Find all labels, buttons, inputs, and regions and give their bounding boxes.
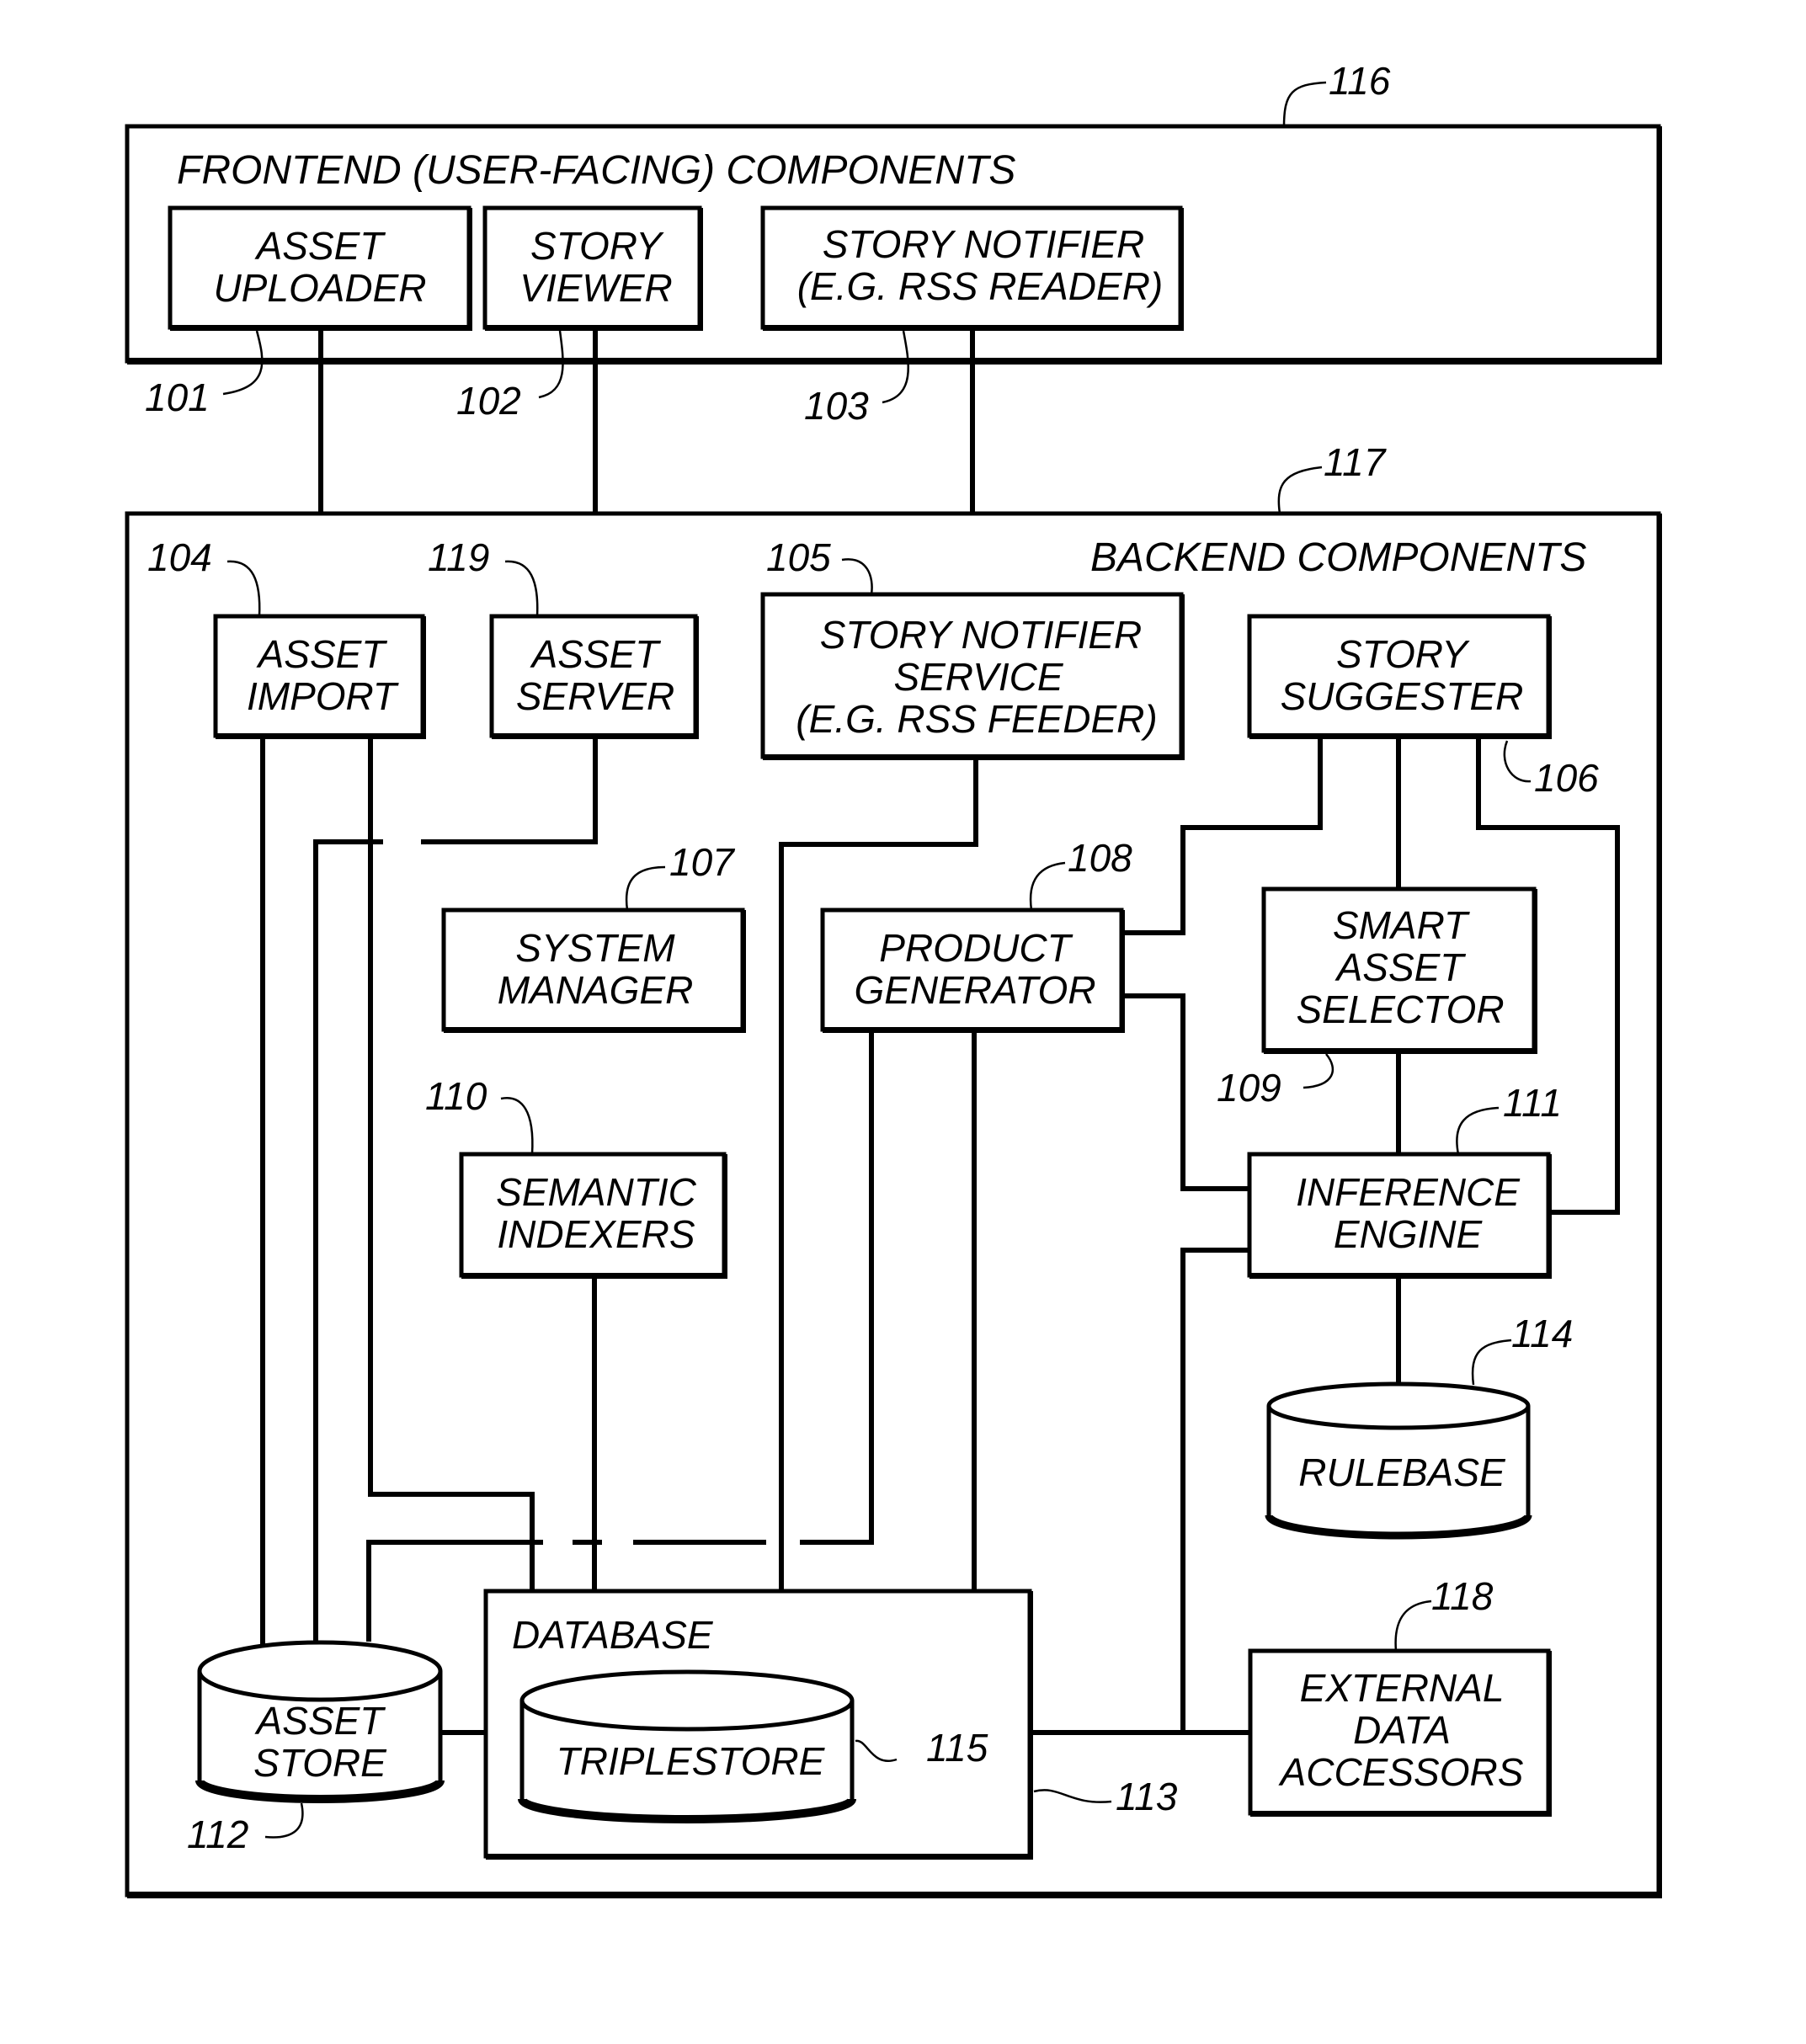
product-generator-box[interactable]: PRODUCT GENERATOR bbox=[820, 908, 1125, 1033]
ref-112: 112 bbox=[187, 1812, 248, 1856]
svg-text:ENGINE: ENGINE bbox=[1334, 1212, 1484, 1256]
external-data-accessors-box[interactable]: EXTERNAL DATA ACCESSORS bbox=[1248, 1648, 1552, 1817]
svg-text:INFERENCE: INFERENCE bbox=[1296, 1170, 1521, 1214]
svg-text:STORY: STORY bbox=[1336, 632, 1470, 676]
ref-106: 106 bbox=[1534, 756, 1599, 800]
svg-text:STORY NOTIFIER: STORY NOTIFIER bbox=[820, 613, 1143, 657]
ref-117: 117 bbox=[1324, 440, 1387, 484]
svg-text:SMART: SMART bbox=[1333, 903, 1470, 947]
svg-text:DATA: DATA bbox=[1353, 1708, 1451, 1752]
inference-engine-box[interactable]: INFERENCE ENGINE bbox=[1247, 1152, 1552, 1279]
asset-store-cylinder[interactable]: ASSET STORE bbox=[195, 1640, 445, 1803]
ref-107: 107 bbox=[669, 840, 735, 884]
story-notifier-box[interactable]: STORY NOTIFIER (E.G. RSS READER) bbox=[760, 205, 1184, 331]
ref-108: 108 bbox=[1068, 836, 1132, 880]
svg-text:SUGGESTER: SUGGESTER bbox=[1281, 674, 1524, 718]
asset-server-box[interactable]: ASSET SERVER bbox=[489, 614, 699, 739]
svg-text:ASSET: ASSET bbox=[256, 632, 388, 676]
svg-text:ASSET: ASSET bbox=[1335, 945, 1467, 989]
svg-text:UPLOADER: UPLOADER bbox=[213, 266, 426, 310]
svg-text:TRIPLESTORE: TRIPLESTORE bbox=[557, 1739, 826, 1783]
svg-text:STORY NOTIFIER: STORY NOTIFIER bbox=[823, 222, 1145, 266]
ref-105: 105 bbox=[766, 535, 831, 579]
svg-text:STORE: STORE bbox=[253, 1741, 387, 1785]
story-viewer-box[interactable]: STORY VIEWER bbox=[482, 205, 703, 331]
story-suggester-box[interactable]: STORY SUGGESTER bbox=[1247, 614, 1552, 739]
smart-asset-selector-box[interactable]: SMART ASSET SELECTOR bbox=[1261, 886, 1537, 1054]
svg-text:VIEWER: VIEWER bbox=[519, 266, 672, 310]
ref-104: 104 bbox=[147, 535, 212, 579]
svg-text:ASSET: ASSET bbox=[254, 1699, 386, 1743]
svg-text:SEMANTIC: SEMANTIC bbox=[496, 1170, 696, 1214]
svg-text:ACCESSORS: ACCESSORS bbox=[1278, 1750, 1524, 1794]
asset-uploader-box[interactable]: ASSET UPLOADER bbox=[168, 205, 472, 331]
ref-102: 102 bbox=[456, 379, 521, 423]
system-manager-box[interactable]: SYSTEM MANAGER bbox=[441, 908, 746, 1033]
story-notifier-service-box[interactable]: STORY NOTIFIER SERVICE (E.G. RSS FEEDER) bbox=[760, 592, 1185, 760]
svg-text:IMPORT: IMPORT bbox=[247, 674, 399, 718]
svg-text:GENERATOR: GENERATOR bbox=[854, 968, 1095, 1012]
svg-text:SELECTOR: SELECTOR bbox=[1296, 987, 1504, 1031]
ref-114: 114 bbox=[1511, 1312, 1573, 1355]
triplestore-cylinder[interactable]: TRIPLESTORE bbox=[518, 1669, 856, 1823]
ref-111: 111 bbox=[1503, 1081, 1562, 1125]
frontend-title: FRONTEND (USER-FACING) COMPONENTS bbox=[177, 148, 1015, 193]
ref-103: 103 bbox=[804, 384, 869, 428]
svg-text:SERVER: SERVER bbox=[516, 674, 674, 718]
svg-text:ASSET: ASSET bbox=[254, 224, 386, 268]
svg-text:PRODUCT: PRODUCT bbox=[879, 926, 1073, 970]
rulebase-cylinder[interactable]: RULEBASE bbox=[1265, 1381, 1532, 1540]
svg-text:INDEXERS: INDEXERS bbox=[497, 1212, 695, 1256]
svg-text:RULEBASE: RULEBASE bbox=[1298, 1450, 1506, 1494]
architecture-diagram: FRONTEND (USER-FACING) COMPONENTS 116 AS… bbox=[125, 59, 1662, 1898]
semantic-indexers-box[interactable]: SEMANTIC INDEXERS bbox=[459, 1152, 727, 1279]
asset-import-box[interactable]: ASSET IMPORT bbox=[213, 614, 426, 739]
ref-116: 116 bbox=[1329, 59, 1391, 103]
svg-text:MANAGER: MANAGER bbox=[498, 968, 694, 1012]
svg-text:SYSTEM: SYSTEM bbox=[515, 926, 675, 970]
svg-text:EXTERNAL: EXTERNAL bbox=[1300, 1666, 1505, 1710]
ref-119: 119 bbox=[428, 535, 489, 579]
svg-text:SERVICE: SERVICE bbox=[893, 655, 1063, 699]
backend-title: BACKEND COMPONENTS bbox=[1090, 535, 1586, 580]
ref-113: 113 bbox=[1116, 1775, 1178, 1818]
svg-text:STORY: STORY bbox=[530, 224, 664, 268]
ref-118: 118 bbox=[1431, 1574, 1494, 1618]
ref-110: 110 bbox=[425, 1074, 487, 1118]
svg-text:(E.G. RSS READER): (E.G. RSS READER) bbox=[797, 264, 1164, 308]
ref-115: 115 bbox=[926, 1726, 988, 1770]
svg-text:(E.G. RSS FEEDER): (E.G. RSS FEEDER) bbox=[796, 697, 1157, 741]
ref-101: 101 bbox=[145, 375, 210, 419]
database-label: DATABASE bbox=[512, 1613, 714, 1657]
ref-109: 109 bbox=[1217, 1066, 1281, 1110]
svg-text:ASSET: ASSET bbox=[530, 632, 662, 676]
